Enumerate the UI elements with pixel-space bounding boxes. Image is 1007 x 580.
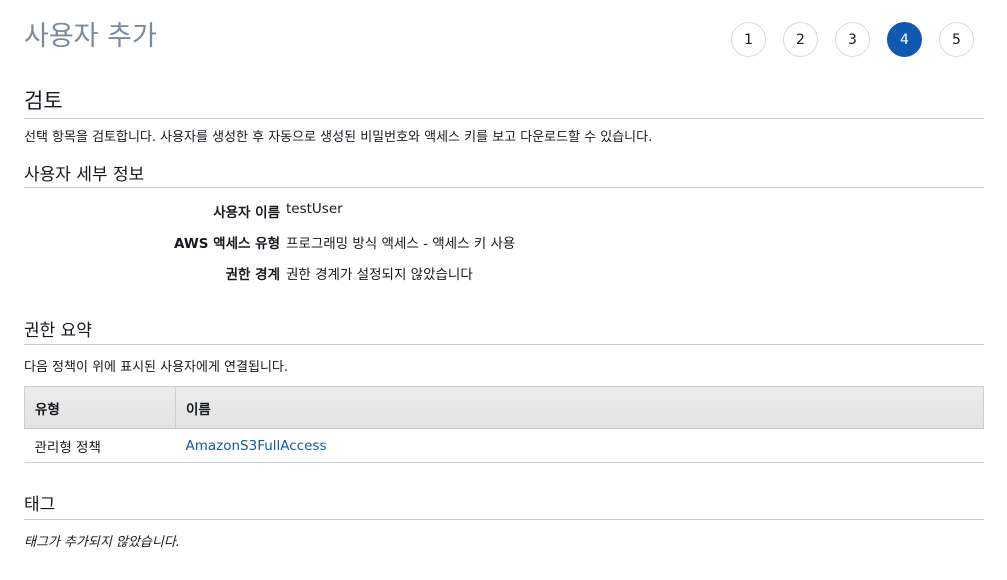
- detail-row-permission-boundary: 권한 경계 권한 경계가 설정되지 않았습니다: [24, 263, 624, 283]
- table-header-row: 유형 이름: [24, 386, 984, 429]
- tags-heading: 태그: [24, 490, 984, 520]
- permissions-heading: 권한 요약: [24, 316, 984, 345]
- access-type-label: AWS 액세스 유형: [174, 236, 280, 252]
- review-heading: 검토: [24, 85, 984, 119]
- detail-row-access-type: AWS 액세스 유형 프로그래밍 방식 액세스 - 액세스 키 사용: [24, 232, 624, 252]
- username-value: testUser: [286, 201, 343, 217]
- column-header-name: 이름: [175, 386, 984, 429]
- user-details-heading: 사용자 세부 정보: [24, 160, 984, 188]
- detail-row-username: 사용자 이름 testUser: [24, 201, 624, 221]
- username-label: 사용자 이름: [213, 205, 280, 221]
- permission-boundary-label: 권한 경계: [225, 267, 280, 283]
- permissions-description: 다음 정책이 위에 표시된 사용자에게 연결됩니다.: [24, 360, 288, 375]
- permissions-table: 유형 이름 관리형 정책 AmazonS3FullAccess: [24, 386, 984, 463]
- policy-name-cell: AmazonS3FullAccess: [175, 428, 984, 463]
- table-row: 관리형 정책 AmazonS3FullAccess: [24, 428, 984, 463]
- policy-link[interactable]: AmazonS3FullAccess: [186, 438, 327, 454]
- page-title: 사용자 추가: [24, 21, 157, 52]
- step-5[interactable]: 5: [939, 22, 974, 57]
- review-description: 선택 항목을 검토합니다. 사용자를 생성한 후 자동으로 생성된 비밀번호와 …: [24, 130, 653, 145]
- permission-boundary-value: 권한 경계가 설정되지 않았습니다: [286, 267, 473, 283]
- step-3[interactable]: 3: [835, 22, 870, 57]
- step-1[interactable]: 1: [731, 22, 766, 57]
- wizard-steps: 1 2 3 4 5: [731, 22, 974, 57]
- tags-empty-message: 태그가 추가되지 않았습니다.: [24, 535, 180, 550]
- step-4-current[interactable]: 4: [887, 22, 922, 57]
- column-header-type: 유형: [24, 386, 176, 429]
- access-type-value: 프로그래밍 방식 액세스 - 액세스 키 사용: [286, 236, 516, 252]
- step-2[interactable]: 2: [783, 22, 818, 57]
- policy-type-cell: 관리형 정책: [24, 428, 176, 463]
